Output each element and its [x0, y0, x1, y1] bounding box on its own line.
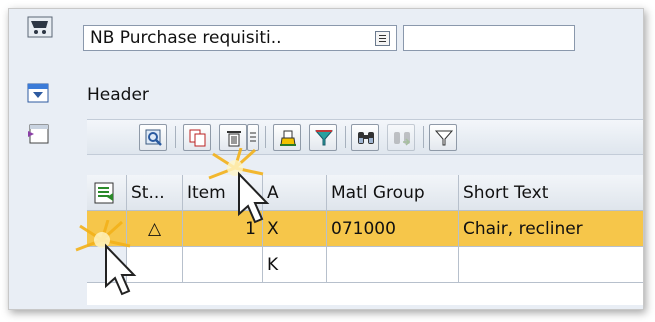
delete-menu-button[interactable] [247, 124, 259, 151]
shopping-cart-icon[interactable] [27, 15, 53, 39]
column-header-status[interactable]: St... [127, 175, 183, 211]
column-header-account-assignment[interactable]: A [263, 175, 327, 211]
details-icon [145, 129, 162, 146]
print-icon [280, 130, 296, 146]
doc-type-dropdown[interactable]: NB Purchase requisiti.. [83, 25, 397, 51]
item-cell[interactable] [183, 247, 263, 283]
row-selector[interactable] [87, 211, 127, 247]
filter-icon [314, 130, 334, 146]
status-cell: △ [127, 211, 183, 247]
set-filter-button[interactable] [429, 124, 457, 151]
row-selector[interactable] [87, 247, 127, 283]
account-assignment-cell[interactable]: X [263, 211, 327, 247]
column-header-matl-group[interactable]: Matl Group [327, 175, 459, 211]
find-next-button[interactable] [387, 124, 415, 151]
delete-button[interactable] [219, 124, 247, 151]
matl-group-cell[interactable] [327, 247, 459, 283]
find-next-icon [394, 132, 411, 146]
header-expand-icon[interactable] [27, 83, 49, 103]
copy-button[interactable] [183, 124, 211, 151]
status-cell [127, 247, 183, 283]
column-header-item[interactable]: Item [183, 175, 263, 211]
column-header-short-text[interactable]: Short Text [459, 175, 643, 211]
doc-type-value: NB Purchase requisiti.. [90, 28, 282, 48]
toolbar-separator [175, 126, 176, 148]
find-icon [358, 132, 374, 144]
item-cell[interactable]: 1 [183, 211, 263, 247]
copy-icon [189, 129, 206, 147]
item-overview-icon[interactable] [27, 123, 49, 145]
select-all-icon [94, 182, 114, 204]
filter-button[interactable] [309, 124, 337, 151]
sap-window: NB Purchase requisiti.. Header St... Ite… [8, 8, 644, 310]
short-text-cell[interactable] [459, 247, 643, 283]
header-section-label[interactable]: Header [87, 85, 149, 105]
toolbar-separator [345, 126, 346, 148]
doc-number-field[interactable] [403, 25, 575, 51]
left-rail [9, 9, 73, 309]
select-all-button[interactable] [87, 175, 127, 211]
short-text-cell[interactable]: Chair, recliner [459, 211, 643, 247]
item-table: St... Item A Matl Group Short Text △ 1 X… [87, 175, 643, 305]
dropdown-list-icon[interactable] [375, 31, 390, 46]
toolbar-separator [423, 126, 424, 148]
print-button[interactable] [273, 124, 301, 151]
delete-icon [227, 131, 241, 147]
details-button[interactable] [139, 124, 167, 151]
toolbar-separator [265, 126, 266, 148]
account-assignment-cell[interactable]: K [263, 247, 327, 283]
set-filter-icon [434, 130, 454, 146]
find-button[interactable] [351, 124, 379, 151]
matl-group-cell[interactable]: 071000 [327, 211, 459, 247]
item-toolbar [87, 119, 643, 155]
menu-list-icon [250, 132, 256, 142]
